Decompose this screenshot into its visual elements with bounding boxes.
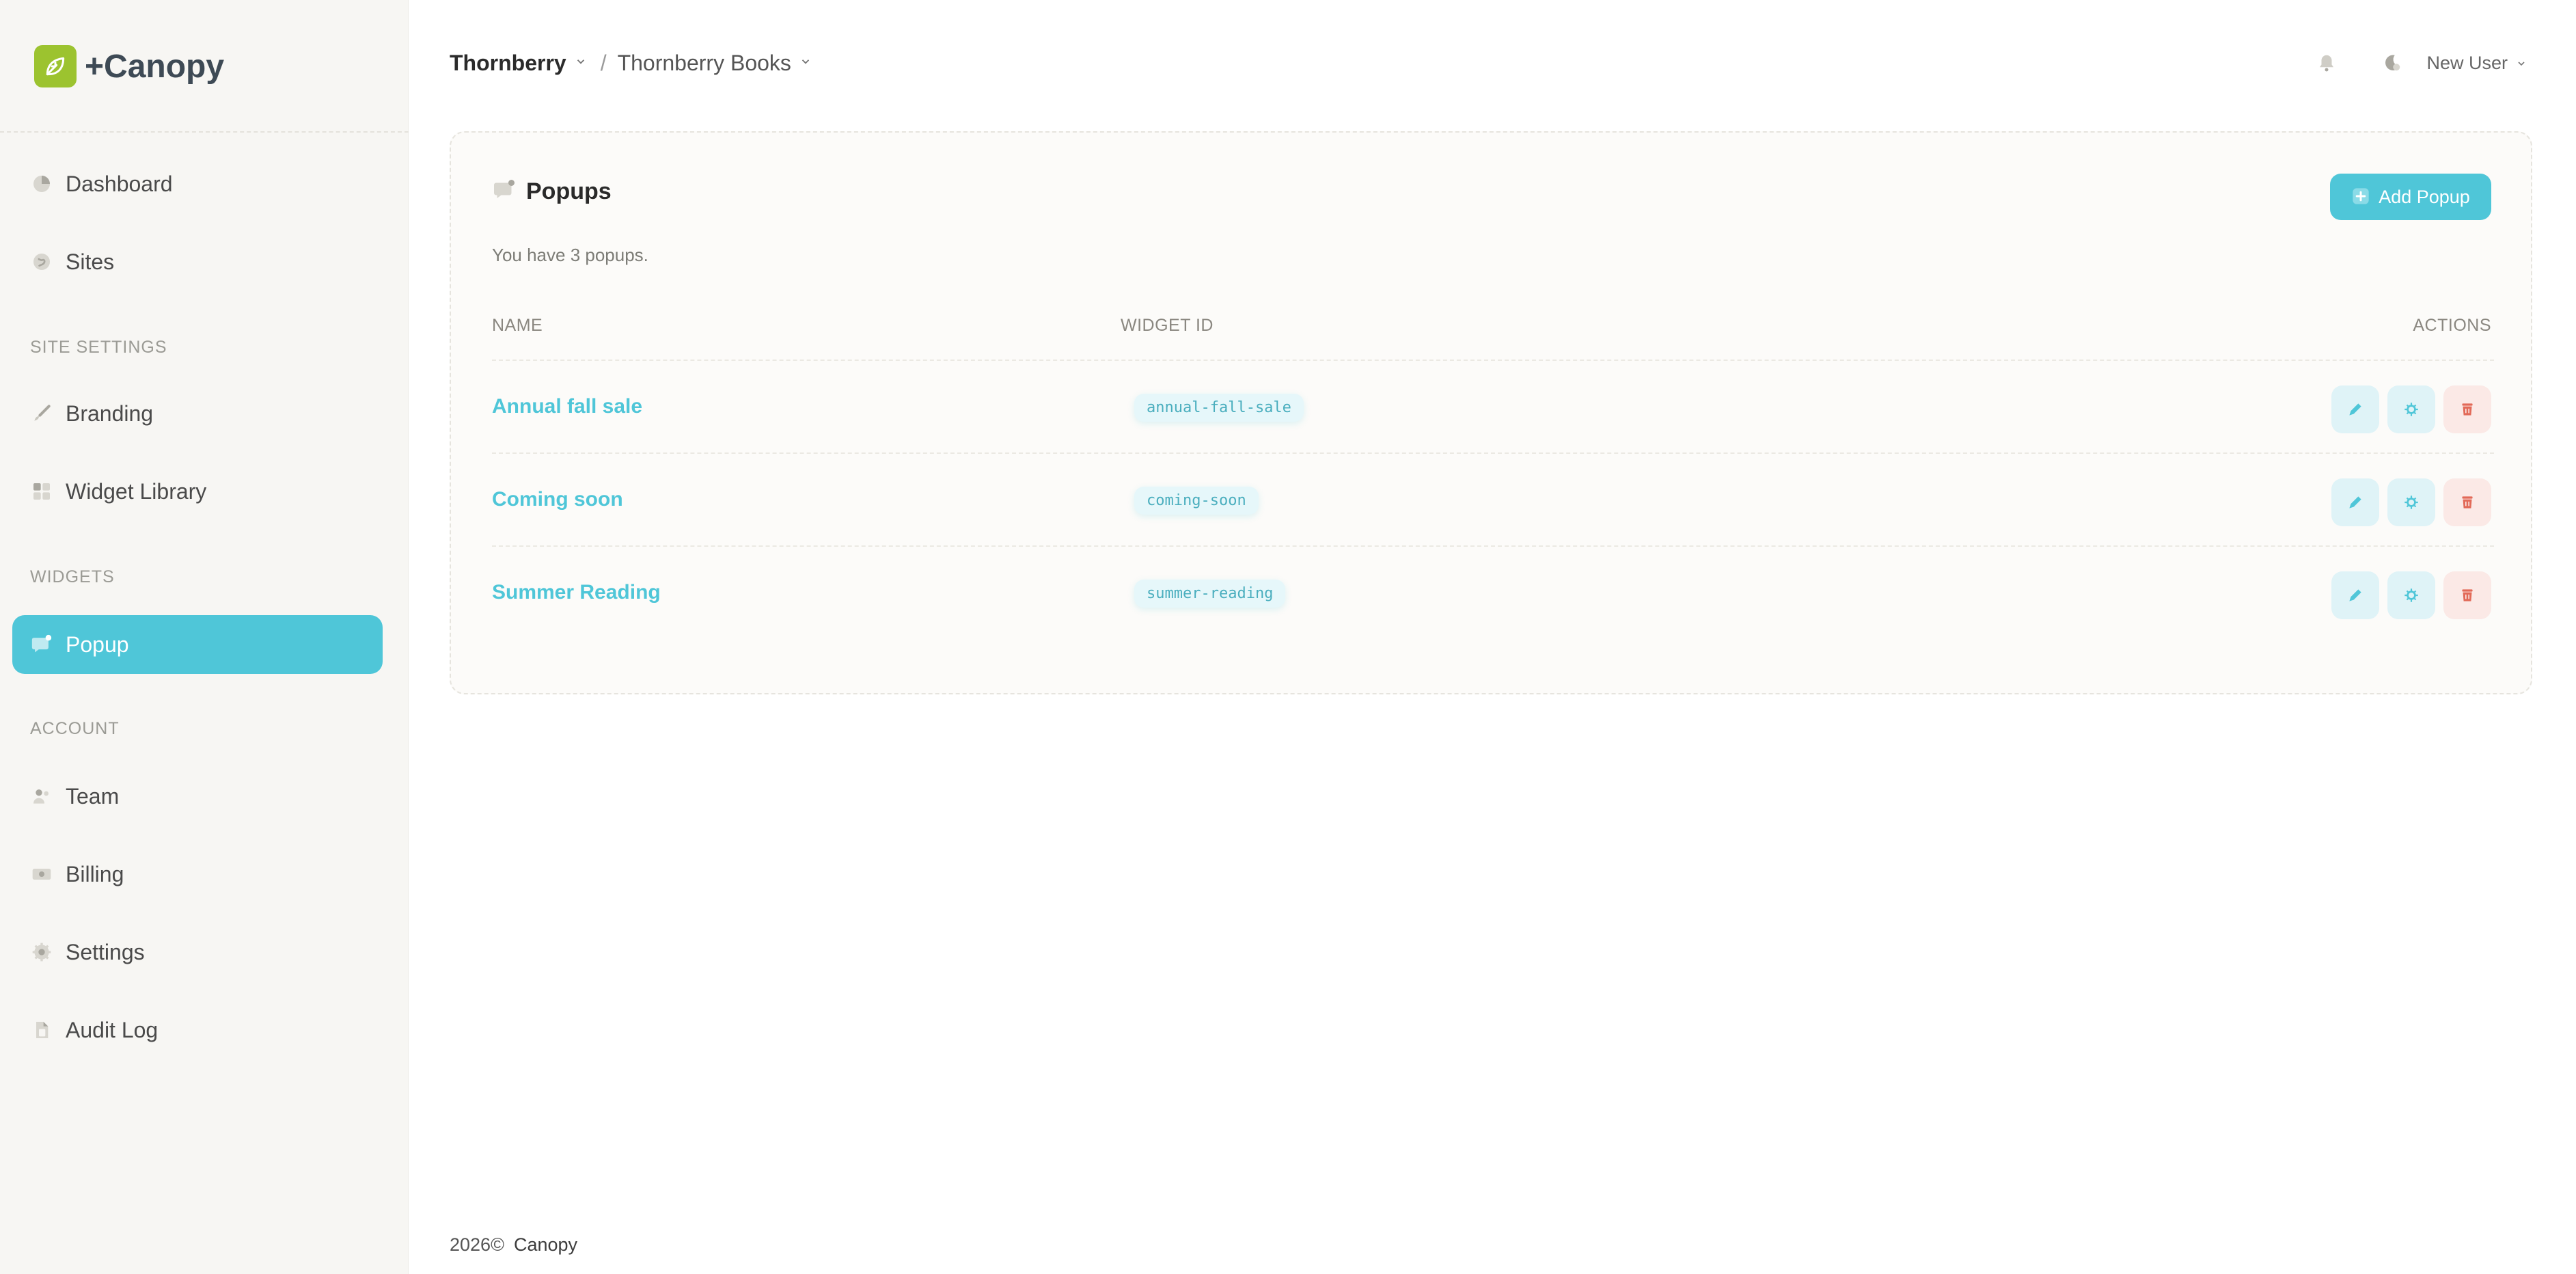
- delete-button[interactable]: [2443, 385, 2491, 433]
- document-icon: [30, 1018, 53, 1042]
- breadcrumb: Thornberry / Thornberry Books: [450, 51, 812, 76]
- card-header: Popups: [492, 178, 612, 206]
- section-label-site-settings: SITE SETTINGS: [30, 338, 167, 357]
- column-header-actions: ACTIONS: [2413, 316, 2491, 335]
- chat-bubble-icon: [492, 178, 517, 206]
- edit-button[interactable]: [2331, 478, 2379, 526]
- column-header-name: NAME: [492, 316, 543, 335]
- footer: 2026© Canopy: [450, 1234, 577, 1256]
- org-switcher[interactable]: Thornberry: [450, 51, 587, 76]
- popups-card: Popups You have 3 popups. Add Popup NAME…: [450, 131, 2532, 694]
- widget-id-badge: summer-reading: [1134, 580, 1286, 608]
- edit-button[interactable]: [2331, 571, 2379, 619]
- chevron-down-icon: [2516, 53, 2527, 74]
- delete-button[interactable]: [2443, 571, 2491, 619]
- brush-icon: [30, 402, 53, 425]
- trash-icon: [2462, 403, 2473, 416]
- sidebar-item-label: Sites: [66, 249, 115, 274]
- widget-id-badge: annual-fall-sale: [1134, 394, 1304, 422]
- chat-bubble-icon: [30, 633, 53, 656]
- pie-chart-icon: [30, 172, 53, 195]
- brand[interactable]: +Canopy: [34, 45, 224, 87]
- add-popup-label: Add Popup: [2379, 186, 2470, 207]
- moon-icon[interactable]: [2379, 49, 2406, 77]
- row-divider: [492, 545, 2494, 547]
- settings-button[interactable]: [2387, 478, 2435, 526]
- users-icon: [30, 785, 53, 808]
- settings-button[interactable]: [2387, 385, 2435, 433]
- sidebar-item-label: Widget Library: [66, 478, 207, 504]
- edit-button[interactable]: [2331, 385, 2379, 433]
- section-label-account: ACCOUNT: [30, 719, 120, 738]
- plus-icon: [2351, 187, 2370, 208]
- gear-icon: [30, 940, 53, 964]
- sidebar-item-billing[interactable]: Billing: [12, 845, 383, 904]
- top-actions: New User: [2313, 49, 2527, 77]
- pencil-icon: [2349, 589, 2361, 601]
- gear-icon: [2404, 588, 2418, 602]
- chevron-down-icon: [799, 55, 812, 71]
- sidebar-item-label: Billing: [66, 861, 124, 886]
- money-icon: [30, 863, 53, 886]
- sidebar-item-dashboard[interactable]: Dashboard: [12, 154, 383, 213]
- sidebar-item-label: Audit Log: [66, 1017, 159, 1042]
- sidebar-item-label: Popup: [66, 632, 129, 657]
- footer-brand-link[interactable]: Canopy: [514, 1234, 577, 1256]
- popup-name-link[interactable]: Summer Reading: [492, 581, 661, 604]
- sidebar-item-label: Dashboard: [66, 171, 173, 196]
- gear-icon: [2404, 403, 2418, 416]
- add-popup-button[interactable]: Add Popup: [2330, 174, 2491, 220]
- globe-icon: [30, 250, 53, 273]
- popup-name-link[interactable]: Annual fall sale: [492, 395, 642, 418]
- row-divider: [492, 452, 2494, 454]
- chevron-down-icon: [575, 55, 587, 71]
- popup-name-link[interactable]: Coming soon: [492, 488, 623, 511]
- grid-icon: [30, 480, 53, 503]
- pencil-icon: [2349, 496, 2361, 509]
- popups-count-text: You have 3 popups.: [492, 245, 648, 265]
- breadcrumb-separator: /: [600, 51, 607, 75]
- sidebar-item-settings[interactable]: Settings: [12, 923, 383, 981]
- site-switcher[interactable]: Thornberry Books: [618, 51, 812, 76]
- trash-icon: [2462, 496, 2473, 509]
- sidebar-item-branding[interactable]: Branding: [12, 384, 383, 443]
- sidebar-item-label: Settings: [66, 939, 145, 964]
- sidebar-divider: [0, 131, 409, 133]
- sidebar-item-team[interactable]: Team: [12, 767, 383, 826]
- user-name: New User: [2426, 52, 2508, 73]
- footer-year: 2026©: [450, 1234, 504, 1255]
- pencil-icon: [2349, 403, 2361, 416]
- org-name: Thornberry: [450, 51, 566, 75]
- sidebar-item-popup[interactable]: Popup: [12, 615, 383, 674]
- row-divider: [492, 360, 2494, 361]
- trash-icon: [2462, 589, 2473, 601]
- site-name: Thornberry Books: [617, 51, 791, 75]
- app-root: +Canopy Dashboard Sites SITE SETTINGS Br…: [0, 0, 2576, 1274]
- bell-icon[interactable]: [2313, 49, 2340, 77]
- settings-button[interactable]: [2387, 571, 2435, 619]
- page-title: Popups: [526, 178, 612, 204]
- column-header-widget-id: WIDGET ID: [1121, 316, 1214, 335]
- sidebar-item-widget-library[interactable]: Widget Library: [12, 462, 383, 521]
- section-label-widgets: WIDGETS: [30, 567, 115, 586]
- sidebar-item-audit-log[interactable]: Audit Log: [12, 1001, 383, 1059]
- sidebar: +Canopy Dashboard Sites SITE SETTINGS Br…: [0, 0, 409, 1274]
- sidebar-item-label: Team: [66, 783, 120, 809]
- gear-icon: [2404, 496, 2418, 509]
- delete-button[interactable]: [2443, 478, 2491, 526]
- leaf-logo-icon: [34, 45, 77, 87]
- sidebar-item-label: Branding: [66, 401, 154, 426]
- widget-id-badge: coming-soon: [1134, 487, 1259, 515]
- sidebar-item-sites[interactable]: Sites: [12, 232, 383, 291]
- user-menu[interactable]: New User: [2426, 53, 2527, 74]
- app-name: +Canopy: [85, 48, 225, 85]
